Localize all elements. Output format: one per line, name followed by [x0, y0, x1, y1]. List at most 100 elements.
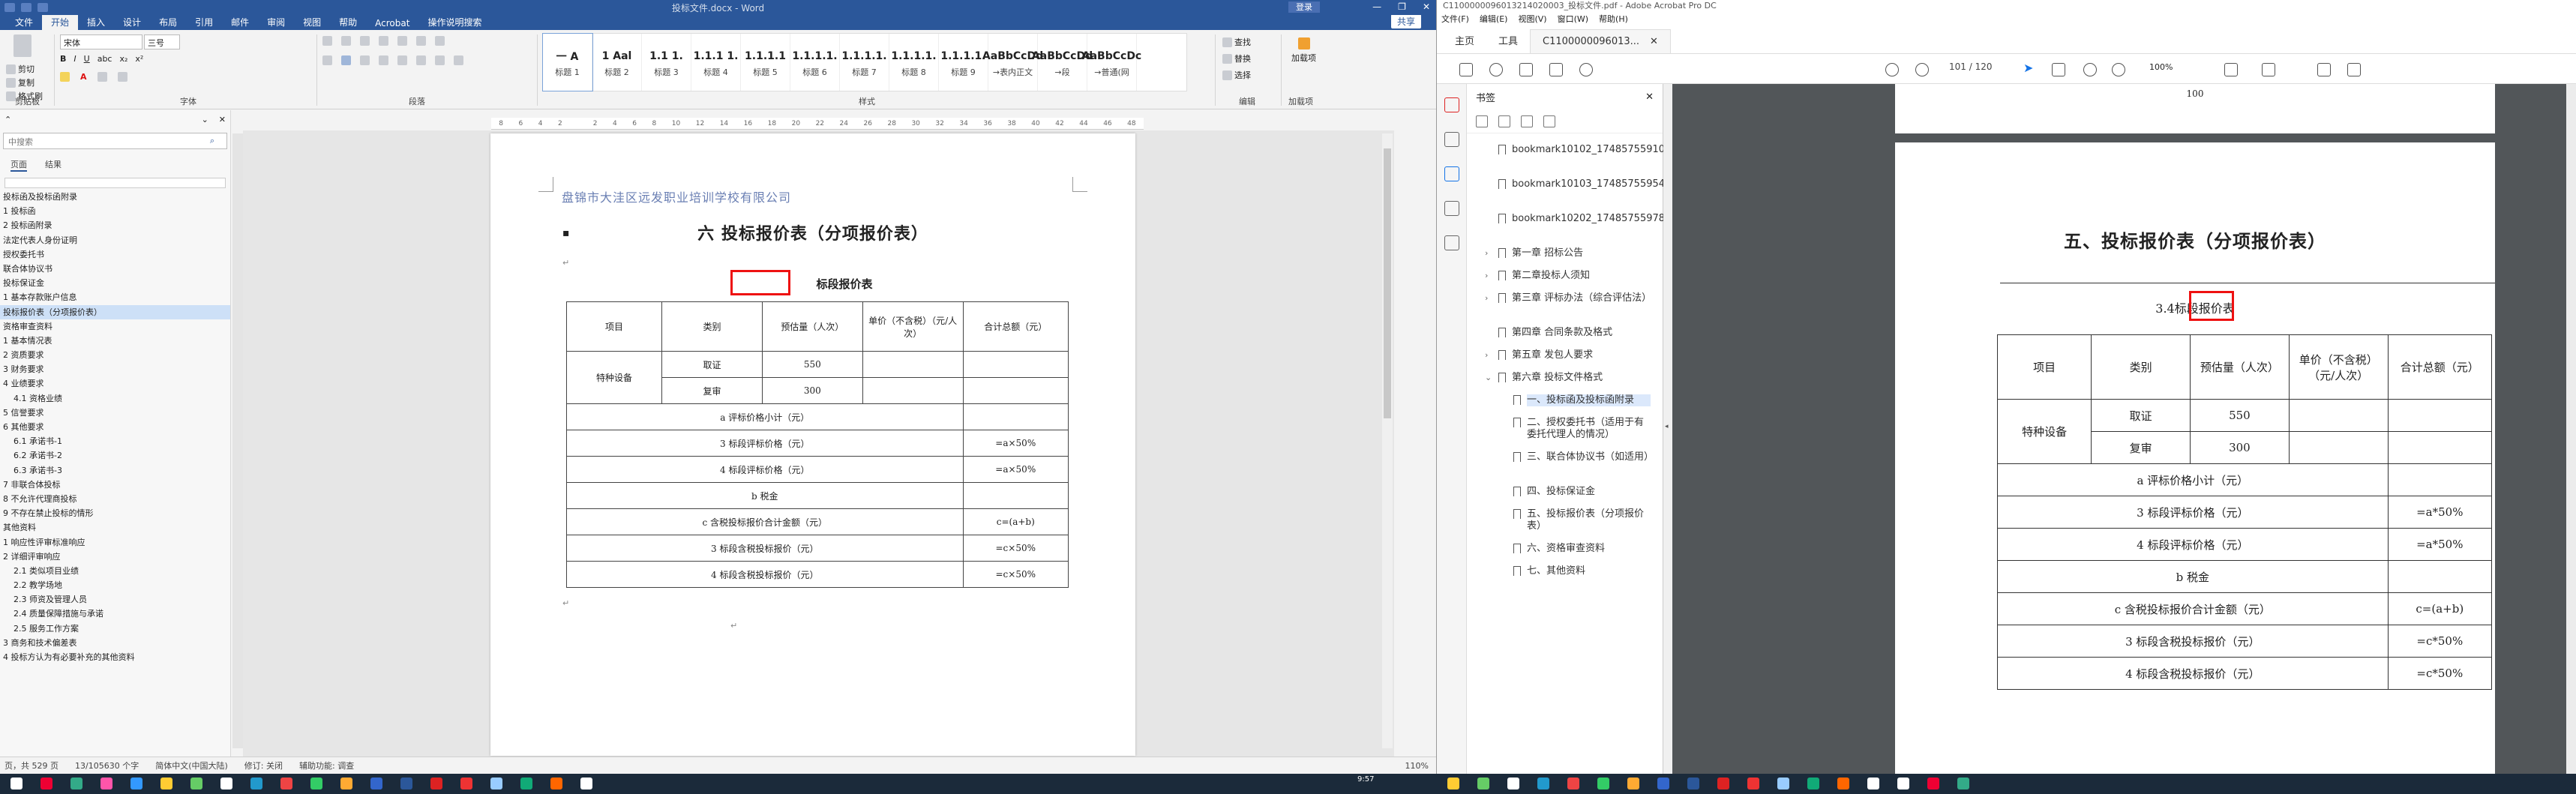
menu-view[interactable]: 视图(V): [1518, 13, 1546, 25]
bookmark-item[interactable]: bookmark10103_1748575595434: [1498, 178, 1678, 190]
tab-home[interactable]: 主页: [1443, 27, 1486, 53]
adobe-sign-icon[interactable]: [1444, 97, 1459, 112]
nav-heading-item[interactable]: 3 商务和技术偏差表: [0, 636, 230, 650]
tab-home[interactable]: 开始: [42, 14, 79, 30]
taskbar-app-icon[interactable]: [460, 778, 472, 790]
page-count[interactable]: 页，共 529 页: [4, 760, 58, 772]
style-11[interactable]: AaBbCcDd →段: [1032, 34, 1093, 91]
nav-scroll-indicator[interactable]: [4, 178, 226, 188]
share-button[interactable]: 共享: [1390, 14, 1421, 28]
nav-heading-item[interactable]: 1 基本存款账户信息: [0, 290, 230, 304]
zoom-out-icon[interactable]: [2083, 63, 2097, 76]
bookmark-icon[interactable]: [1444, 166, 1459, 181]
next-page-icon[interactable]: [1915, 63, 1929, 76]
justify-icon[interactable]: [379, 55, 388, 65]
nav-heading-item[interactable]: 2 资质要求: [0, 348, 230, 362]
print-icon[interactable]: [1519, 63, 1533, 76]
nav-heading-item[interactable]: 8 不允许代理商投标: [0, 492, 230, 506]
subscript-icon[interactable]: x₂: [119, 54, 127, 64]
nav-search-input[interactable]: 中搜索 ⌕: [3, 133, 227, 149]
pen-icon[interactable]: [2347, 63, 2361, 76]
find-bookmark-icon[interactable]: [1543, 115, 1555, 127]
taskbar-app-icon[interactable]: [280, 778, 292, 790]
nav-heading-item[interactable]: 投标函及投标函附录: [0, 190, 230, 204]
nav-heading-item[interactable]: 6.3 承诺书-3: [0, 463, 230, 478]
minimize-icon[interactable]: —: [1372, 1, 1381, 12]
taskbar-app-icon[interactable]: [1867, 778, 1879, 790]
nav-heading-item[interactable]: 授权委托书: [0, 247, 230, 262]
cut-button[interactable]: 剪切: [6, 63, 34, 75]
nav-heading-item[interactable]: 4 业绩要求: [0, 376, 230, 391]
style-5[interactable]: 1.1.1.1 标题 5: [741, 34, 790, 91]
bookmark-item[interactable]: › 第一章 招标公告: [1485, 247, 1647, 259]
accessibility[interactable]: 辅助功能: 调查: [299, 760, 354, 772]
bookmark-item[interactable]: 七、其他资料: [1513, 565, 1651, 577]
strike-icon[interactable]: abc: [97, 54, 112, 64]
superscript-icon[interactable]: x²: [135, 54, 143, 64]
nav-heading-item[interactable]: 9 不存在禁止投标的情形: [0, 506, 230, 520]
nav-heading-item[interactable]: 5 信誉要求: [0, 406, 230, 420]
style-3[interactable]: 1.1 1. 标题 3: [642, 34, 691, 91]
tell-me-search[interactable]: 操作说明搜索: [418, 14, 490, 30]
highlight-icon[interactable]: [60, 72, 70, 82]
taskbar-app-icon[interactable]: [370, 778, 382, 790]
bookmark-item[interactable]: › 第二章投标人须知: [1485, 270, 1647, 282]
taskbar-app-icon[interactable]: [1687, 778, 1699, 790]
bookmark-item[interactable]: ⌄ 第六章 投标文件格式: [1485, 372, 1647, 384]
taskbar-app-icon[interactable]: [400, 778, 412, 790]
tab-layout[interactable]: 布局: [150, 14, 186, 30]
taskbar-app-icon[interactable]: [430, 778, 442, 790]
tab-insert[interactable]: 插入: [78, 14, 114, 30]
style-7[interactable]: 1.1.1.1. 标题 7: [840, 34, 889, 91]
close-icon[interactable]: ✕: [1645, 91, 1654, 103]
nav-heading-item[interactable]: 1 投标函: [0, 204, 230, 218]
bookmark-item[interactable]: 六、资格审查资料: [1513, 543, 1651, 555]
expand-icon[interactable]: ›: [1485, 247, 1488, 259]
pdf-scrollbar[interactable]: [2566, 84, 2576, 774]
taskbar-app-icon[interactable]: [130, 778, 142, 790]
nav-heading-item[interactable]: 2.4 质量保障措施与承诺: [0, 607, 230, 621]
expand-icon[interactable]: ›: [1485, 292, 1488, 304]
total-cell[interactable]: [962, 351, 1069, 378]
taskbar-app-icon[interactable]: [190, 778, 202, 790]
nav-tab-pages[interactable]: 页面: [10, 158, 27, 172]
shading-icon[interactable]: [435, 55, 445, 65]
close-icon[interactable]: ✕: [219, 115, 226, 124]
nav-heading-item[interactable]: 2.5 服务工作方案: [0, 622, 230, 636]
taskbar-app-icon[interactable]: [250, 778, 262, 790]
document-page[interactable]: 盘锦市大洼区远发职业培训学校有限公司 ▪ 六 投标报价表（分项报价表） ↵ 标段…: [490, 133, 1135, 756]
addins-button[interactable]: 加载项: [1291, 37, 1316, 64]
search-icon[interactable]: [1579, 63, 1593, 76]
zoom-level[interactable]: 110%: [1405, 761, 1429, 771]
nav-heading-item[interactable]: 7 非联合体投标: [0, 478, 230, 492]
fit-page-icon[interactable]: [2224, 63, 2238, 76]
align-left-icon[interactable]: [322, 55, 332, 65]
price-cell[interactable]: [2288, 399, 2389, 432]
taskbar-app-icon[interactable]: [160, 778, 172, 790]
bookmark-item[interactable]: bookmark10202_1748575597850: [1498, 213, 1678, 225]
taskbar-app-icon[interactable]: [1717, 778, 1729, 790]
select-cursor-icon[interactable]: ➤: [2023, 61, 2037, 75]
distributed-icon[interactable]: [397, 55, 407, 65]
tab-tools[interactable]: 工具: [1486, 27, 1530, 53]
taskbar-app-icon[interactable]: [310, 778, 322, 790]
bookmark-item[interactable]: › 第五章 发包人要求: [1485, 349, 1647, 361]
replace-button[interactable]: 替换: [1222, 52, 1251, 64]
signature-icon[interactable]: [1444, 235, 1459, 250]
style-2[interactable]: 1 Aal 标题 2: [592, 34, 642, 91]
nav-heading-item[interactable]: 其他资料: [0, 520, 230, 535]
align-right-icon[interactable]: [360, 55, 370, 65]
tab-view[interactable]: 视图: [294, 14, 330, 30]
price-cell[interactable]: [862, 377, 964, 404]
menu-file[interactable]: 文件(F): [1441, 13, 1469, 25]
tab-file[interactable]: 文件: [6, 14, 42, 30]
paste-button[interactable]: [13, 34, 31, 57]
style-6[interactable]: 1.1.1.1. 标题 6: [790, 34, 840, 91]
scroll-thumb[interactable]: [1384, 148, 1391, 418]
taskbar-app-icon[interactable]: [1627, 778, 1639, 790]
sort-icon[interactable]: [416, 36, 426, 46]
taskbar-app-icon[interactable]: [100, 778, 112, 790]
show-marks-icon[interactable]: [435, 36, 445, 46]
taskbar-app-icon[interactable]: [40, 778, 52, 790]
menu-help[interactable]: 帮助(H): [1599, 13, 1628, 25]
